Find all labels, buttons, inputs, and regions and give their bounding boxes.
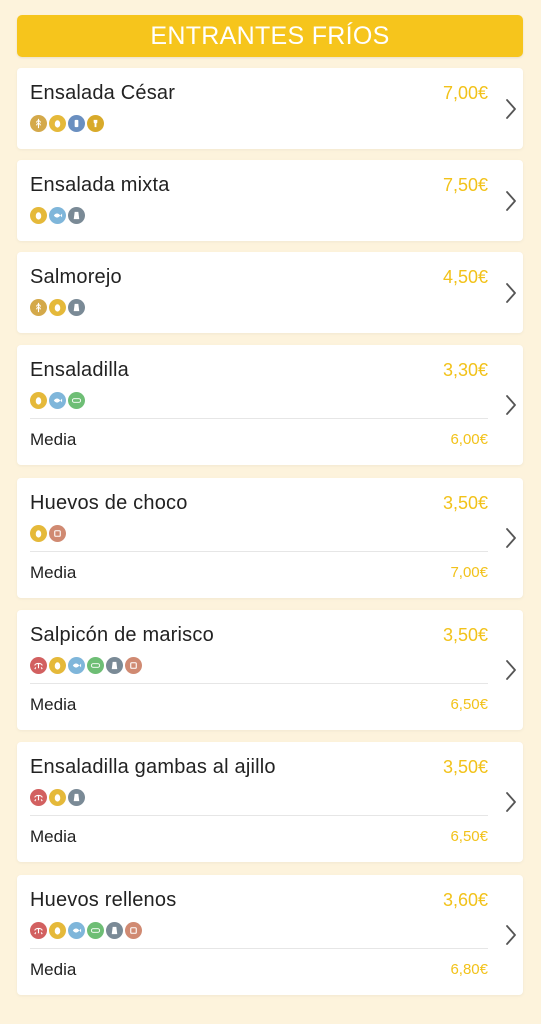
menu-item-price: 7,00€: [442, 83, 488, 103]
allergen-list: [30, 392, 85, 409]
sulphites-allergen-icon: [68, 207, 85, 224]
egg-allergen-icon: [49, 115, 66, 132]
menu-item-name: Ensalada mixta: [30, 174, 170, 196]
egg-allergen-icon: [49, 789, 66, 806]
chevron-right-icon[interactable]: [503, 658, 519, 682]
allergen-list: [30, 115, 104, 132]
allergen-list: [30, 525, 66, 542]
fish-allergen-icon: [49, 392, 66, 409]
menu-item-price: 3,50€: [442, 493, 488, 513]
nuts-allergen-icon: [49, 525, 66, 542]
menu-item-card[interactable]: Ensalada mixta 7,50€: [17, 160, 523, 241]
divider: [30, 551, 488, 552]
menu-item-name: Huevos de choco: [30, 492, 188, 514]
menu-item-card[interactable]: Huevos de choco 3,50€ Media 7,00€: [17, 478, 523, 598]
half-portion-label: Media: [30, 695, 77, 714]
menu-item-name: Salpicón de marisco: [30, 624, 214, 646]
menu-item-card[interactable]: Huevos rellenos 3,60€ Media 6,80€: [17, 875, 523, 995]
allergen-list: [30, 657, 142, 674]
divider: [30, 418, 488, 419]
chevron-right-icon[interactable]: [503, 526, 519, 550]
fish-allergen-icon: [49, 207, 66, 224]
allergen-list: [30, 299, 85, 316]
milk-allergen-icon: [68, 115, 85, 132]
half-portion-price: 6,00€: [450, 431, 488, 448]
menu-item-card[interactable]: Ensalada César 7,00€: [17, 68, 523, 149]
nuts-allergen-icon: [125, 922, 142, 939]
sulphites-allergen-icon: [106, 922, 123, 939]
menu-item-name: Huevos rellenos: [30, 889, 177, 911]
crustaceans-allergen-icon: [30, 789, 47, 806]
menu-item-card[interactable]: Salpicón de marisco 3,50€ Media 6,50€: [17, 610, 523, 730]
chevron-right-icon[interactable]: [503, 923, 519, 947]
divider: [30, 948, 488, 949]
celery-allergen-icon: [87, 922, 104, 939]
menu-item-name: Ensaladilla gambas al ajillo: [30, 756, 276, 778]
chevron-right-icon[interactable]: [503, 189, 519, 213]
menu-item-name: Salmorejo: [30, 266, 122, 288]
egg-allergen-icon: [49, 657, 66, 674]
half-portion-label: Media: [30, 960, 77, 979]
divider: [30, 815, 488, 816]
egg-allergen-icon: [49, 922, 66, 939]
menu-item-price: 3,50€: [442, 757, 488, 777]
menu-item-price: 4,50€: [442, 267, 488, 287]
menu-item-price: 3,30€: [442, 360, 488, 380]
half-portion-label: Media: [30, 563, 77, 582]
crustaceans-allergen-icon: [30, 657, 47, 674]
gluten-allergen-icon: [30, 115, 47, 132]
half-portion-price: 6,50€: [450, 696, 488, 713]
section-header: ENTRANTES FRÍOS: [17, 15, 523, 57]
egg-allergen-icon: [30, 207, 47, 224]
allergen-list: [30, 207, 85, 224]
crustaceans-allergen-icon: [30, 922, 47, 939]
fish-allergen-icon: [68, 657, 85, 674]
sulphites-allergen-icon: [106, 657, 123, 674]
menu-item-price: 7,50€: [442, 175, 488, 195]
sulphites-allergen-icon: [68, 299, 85, 316]
allergen-list: [30, 789, 85, 806]
chevron-right-icon[interactable]: [503, 97, 519, 121]
gluten-allergen-icon: [30, 299, 47, 316]
egg-allergen-icon: [49, 299, 66, 316]
menu-item-price: 3,60€: [442, 890, 488, 910]
chevron-right-icon[interactable]: [503, 790, 519, 814]
fish-allergen-icon: [68, 922, 85, 939]
menu-item-name: Ensalada César: [30, 82, 176, 104]
menu-item-card[interactable]: Ensaladilla gambas al ajillo 3,50€ Media 6,…: [17, 742, 523, 862]
sulphites-allergen-icon: [68, 789, 85, 806]
menu-item-price: 3,50€: [442, 625, 488, 645]
half-portion-label: Media: [30, 827, 77, 846]
menu-item-card[interactable]: Salmorejo 4,50€: [17, 252, 523, 333]
nuts-allergen-icon: [125, 657, 142, 674]
celery-allergen-icon: [87, 657, 104, 674]
half-portion-price: 6,80€: [450, 961, 488, 978]
half-portion-price: 6,50€: [450, 828, 488, 845]
egg-allergen-icon: [30, 392, 47, 409]
half-portion-label: Media: [30, 430, 77, 449]
celery-allergen-icon: [68, 392, 85, 409]
menu-item-card[interactable]: Ensaladilla 3,30€ Media 6,00€: [17, 345, 523, 465]
half-portion-price: 7,00€: [450, 564, 488, 581]
chevron-right-icon[interactable]: [503, 393, 519, 417]
menu-item-name: Ensaladilla: [30, 359, 129, 381]
divider: [30, 683, 488, 684]
mustard-allergen-icon: [87, 115, 104, 132]
egg-allergen-icon: [30, 525, 47, 542]
allergen-list: [30, 922, 142, 939]
chevron-right-icon[interactable]: [503, 281, 519, 305]
